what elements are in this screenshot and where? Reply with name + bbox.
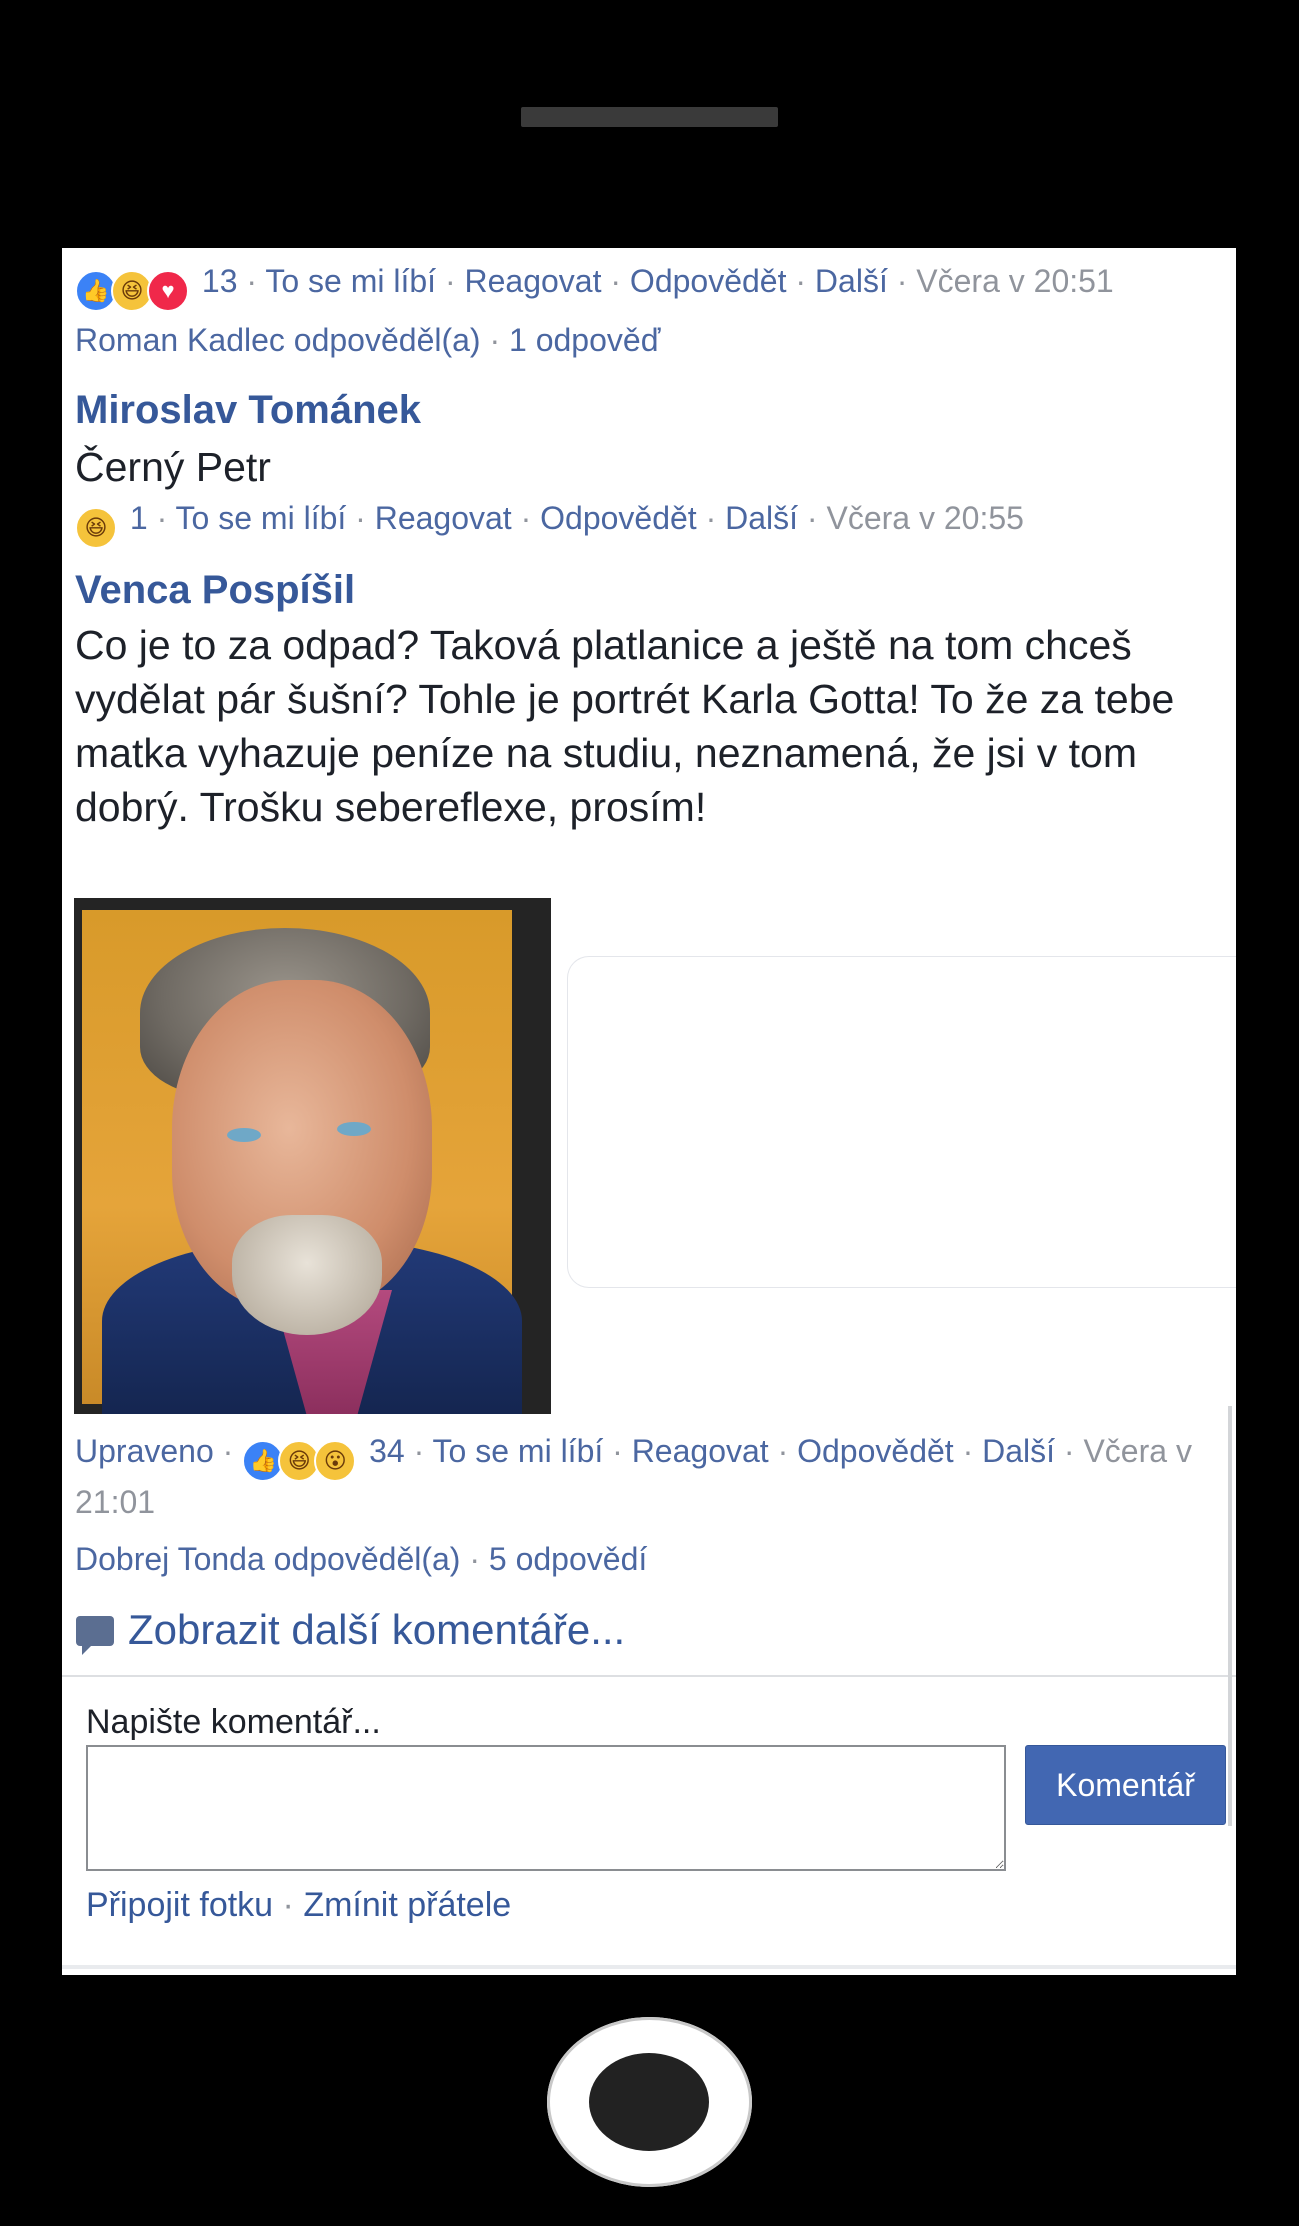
comment-actions: Upraveno · 👍 😆 😮 34 · To se mi líbí · Re… [75,1433,1192,1482]
bottom-divider [62,1965,1236,1969]
reaction-icons[interactable]: 👍 😆 😮 [242,1440,357,1482]
comment-actions: 👍 😆 ♥ 13 · To se mi líbí · Reagovat · Od… [75,263,1114,312]
home-button-center [589,2053,709,2151]
replies-summary-text[interactable]: Dobrej Tonda odpověděl(a) [75,1541,460,1577]
replies-summary-text[interactable]: Roman Kadlec odpověděl(a) [75,322,481,358]
reaction-count[interactable]: 1 [130,500,148,536]
reply-link[interactable]: Odpovědět [540,500,697,536]
like-link[interactable]: To se mi líbí [265,263,436,299]
surprised-face-icon: 😮 [314,1440,357,1482]
comment-author[interactable]: Miroslav Tománek [75,388,421,433]
reaction-icons[interactable]: 😆 [75,507,117,549]
more-comments-label: Zobrazit další komentáře... [128,1606,626,1653]
phone-speaker [521,107,778,127]
link-preview-card [567,956,1236,1288]
replies-count[interactable]: 5 odpovědí [489,1541,647,1577]
comment-timestamp[interactable]: Včera v [1083,1433,1191,1469]
react-link[interactable]: Reagovat [632,1433,769,1469]
divider [62,1675,1236,1677]
submit-comment-button[interactable]: Komentář [1025,1745,1226,1825]
react-link[interactable]: Reagovat [465,263,602,299]
portrait-painting [82,910,522,1414]
replies-summary[interactable]: Roman Kadlec odpověděl(a) · 1 odpověď [75,322,660,359]
comment-text: Černý Petr [75,444,271,490]
comment-text: Co je to za odpad? Taková platlanice a j… [75,622,1175,830]
scrollbar[interactable] [1228,1406,1232,1826]
more-comments-link[interactable]: Zobrazit další komentáře... [76,1606,626,1655]
comment-timestamp-time[interactable]: 21:01 [75,1484,155,1520]
comment-bubble-icon [76,1616,114,1655]
compose-label: Napište komentář... [86,1703,381,1741]
timestamp-wrap: 21:01 [75,1484,155,1521]
comment-timestamp[interactable]: Včera v 20:55 [826,500,1023,536]
replies-summary[interactable]: Dobrej Tonda odpověděl(a) · 5 odpovědí [75,1541,647,1578]
mention-friends-link[interactable]: Zmínit přátele [303,1886,511,1924]
like-link[interactable]: To se mi líbí [433,1433,604,1469]
phone-screen: 👍 😆 ♥ 13 · To se mi líbí · Reagovat · Od… [62,248,1236,1975]
reply-link[interactable]: Odpovědět [797,1433,954,1469]
like-link[interactable]: To se mi líbí [176,500,347,536]
edited-label[interactable]: Upraveno [75,1433,214,1469]
more-link[interactable]: Další [815,263,888,299]
more-link[interactable]: Další [725,500,798,536]
laughing-face-icon: 😆 [75,507,117,549]
reaction-count[interactable]: 13 [202,263,238,299]
comment-photo[interactable] [74,898,551,1414]
replies-count[interactable]: 1 odpověď [509,322,660,358]
comment-author[interactable]: Venca Pospíšil [75,568,355,613]
comment-actions: 😆 1 · To se mi líbí · Reagovat · Odpověd… [75,500,1024,549]
react-link[interactable]: Reagovat [375,500,512,536]
more-link[interactable]: Další [982,1433,1055,1469]
compose-links: Připojit fotku · Zmínit přátele [86,1886,512,1924]
comment-input[interactable] [86,1745,1006,1871]
attach-photo-link[interactable]: Připojit fotku [86,1886,273,1924]
reply-link[interactable]: Odpovědět [630,263,787,299]
reaction-count[interactable]: 34 [369,1433,405,1469]
comment-timestamp[interactable]: Včera v 20:51 [916,263,1113,299]
reaction-icons[interactable]: 👍 😆 ♥ [75,270,189,312]
home-button[interactable] [547,2017,752,2187]
heart-icon: ♥ [147,270,189,312]
